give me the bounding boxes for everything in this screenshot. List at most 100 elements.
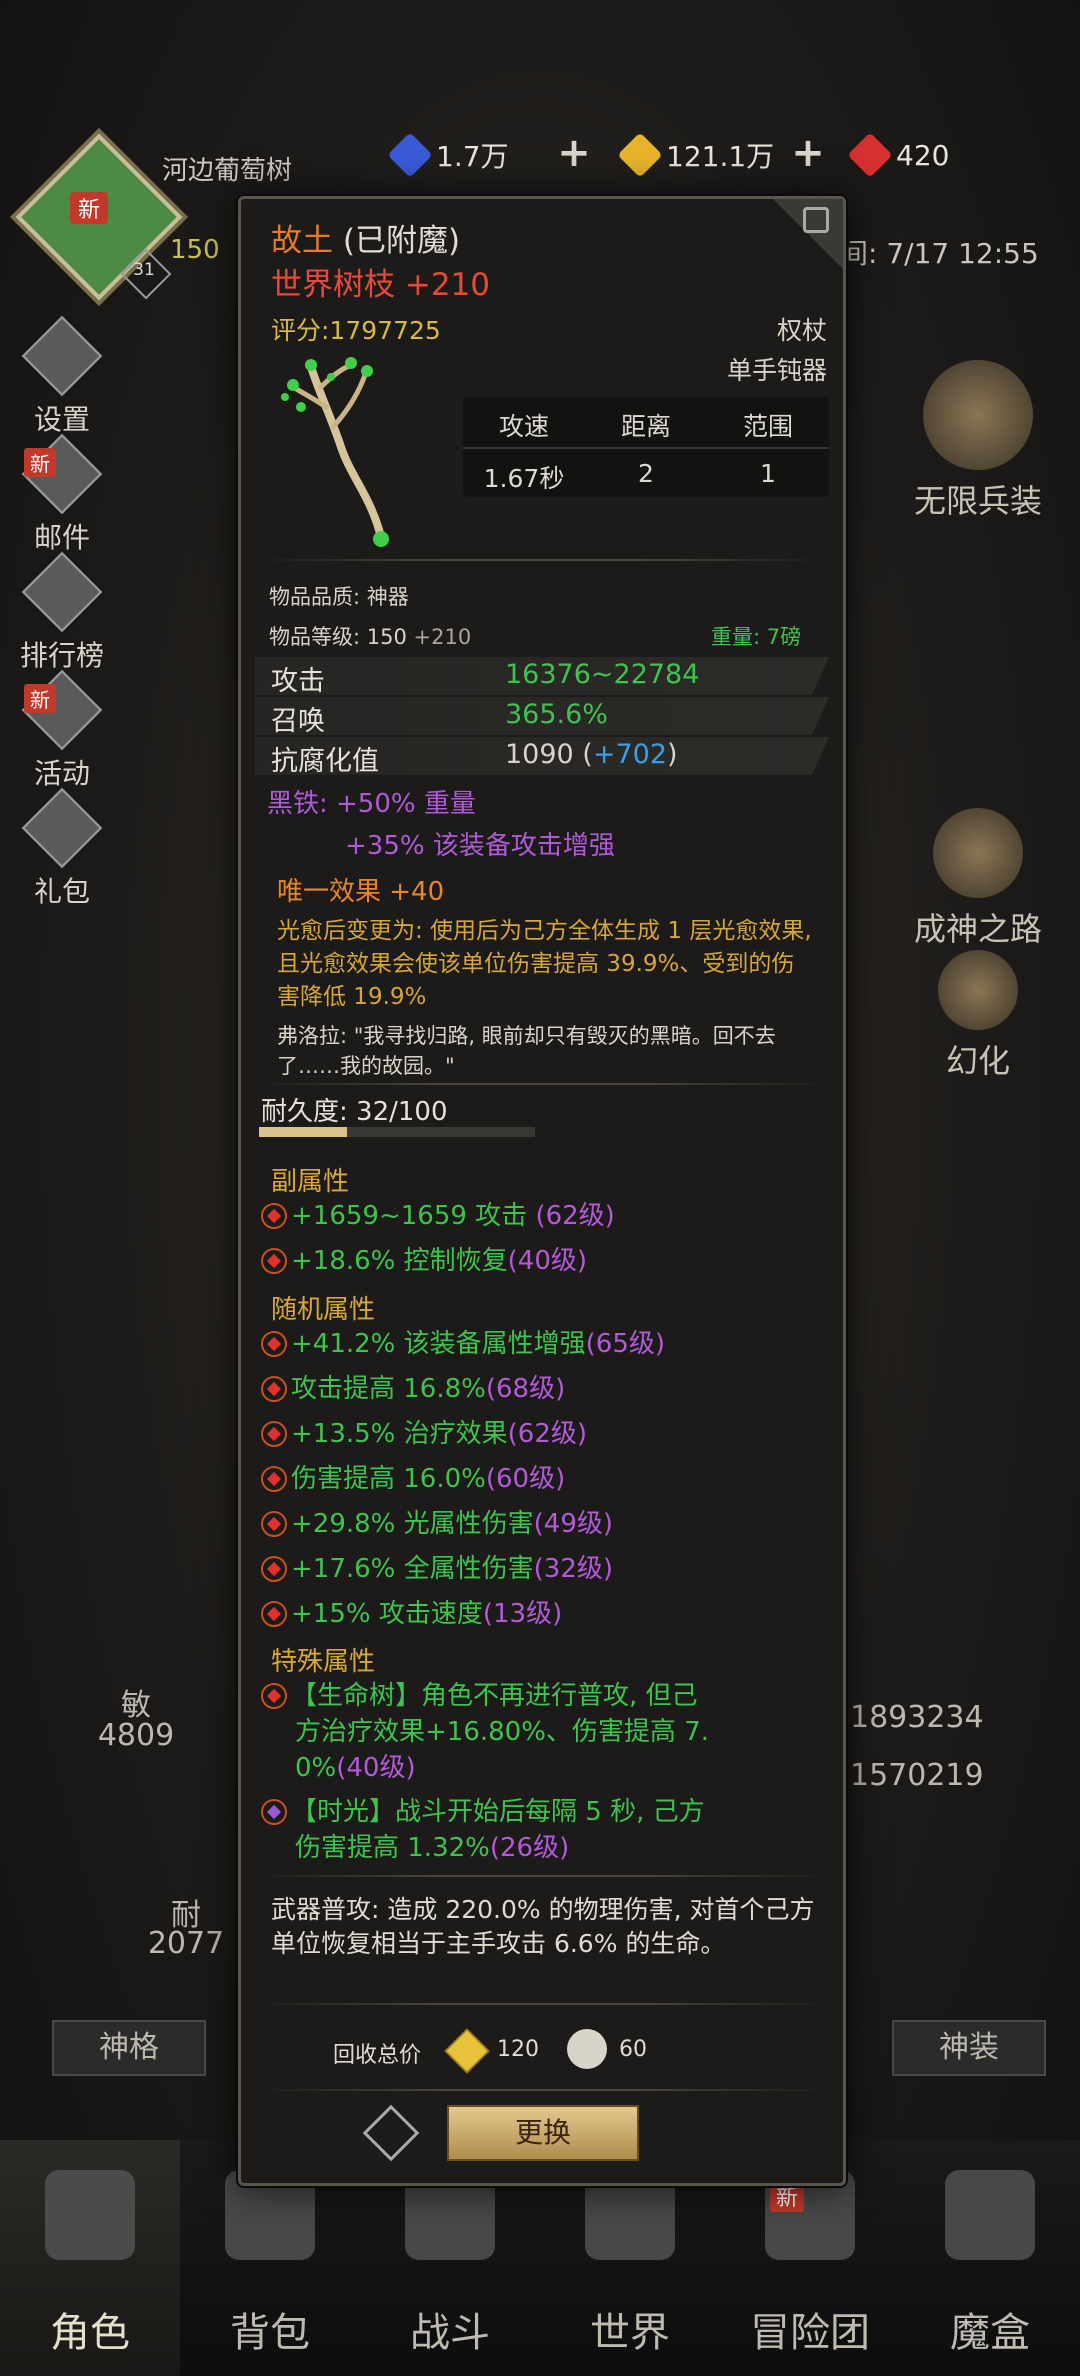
cube-icon: [945, 2170, 1035, 2260]
resource-gold: 121.1万: [617, 132, 774, 178]
rand-attr-1: +41.2% 该装备属性增强(65级): [261, 1323, 665, 1360]
special-attr-title: 特殊属性: [271, 1647, 376, 1677]
ranking-icon: [21, 551, 103, 633]
gem-socket-icon: [261, 1331, 287, 1357]
divider: [255, 2003, 827, 2005]
gear-icon: [21, 315, 103, 397]
gift-icon: [21, 787, 103, 869]
material-icon: [567, 2029, 607, 2069]
share-icon[interactable]: [362, 2104, 420, 2162]
recycle-other-value: 60: [619, 2037, 647, 2062]
nav-character[interactable]: 角色: [0, 2140, 180, 2376]
divider: [255, 1083, 827, 1085]
infinite-arms-icon: [923, 360, 1033, 470]
special-attr-1: 【生命树】角色不再进行普攻, 但己: [261, 1675, 698, 1712]
stat-row-attack: 攻击 16376~22784: [255, 657, 829, 695]
resource-bar: 1.7万 + 121.1万 + 420: [0, 120, 1080, 190]
item-type: 权杖: [776, 316, 827, 345]
nav-magic-box[interactable]: 魔盒: [900, 2140, 1080, 2376]
special-attr-2: 【时光】战斗开始后每隔 5 秒, 己方: [261, 1791, 705, 1828]
rand-attr-title: 随机属性: [271, 1295, 376, 1325]
rand-attr-4: 伤害提高 16.0%(60级): [261, 1458, 565, 1495]
special-attr-1-end: 0%(40级): [295, 1753, 416, 1783]
rand-attr-3: +13.5% 治疗效果(62级): [261, 1413, 587, 1450]
add-blue-button[interactable]: +: [556, 133, 592, 173]
blue-crystal-icon: [387, 132, 433, 178]
gem-socket-icon: [261, 1376, 287, 1402]
red-crystal-icon: [847, 132, 893, 178]
stat-value-vit: 2077: [147, 1926, 225, 1961]
mail-button[interactable]: 新 邮件: [2, 433, 122, 556]
divine-seal-button[interactable]: 神格: [52, 2020, 206, 2076]
gem-socket-icon: [261, 1466, 287, 1492]
item-weight: 重量: 7磅: [711, 625, 802, 649]
server-time: 间: 7/17 12:55: [840, 237, 1039, 270]
sub-attr-2: +18.6% 控制恢复(40级): [261, 1240, 587, 1277]
item-name: 世界树枝 +210: [271, 267, 490, 303]
gold-crystal-icon: [617, 132, 663, 178]
mask-icon: [938, 950, 1018, 1030]
divider: [255, 2089, 827, 2091]
events-button[interactable]: 新 活动: [2, 669, 122, 792]
rand-attr-2: 攻击提高 16.8%(68级): [261, 1368, 565, 1405]
enchant-title: 故土 (已附魔): [271, 223, 461, 259]
resource-blue: 1.7万: [387, 132, 509, 178]
weapon-staff-image: [281, 357, 389, 547]
gold-crystal-icon: [444, 2028, 490, 2074]
gem-socket-icon: [261, 1248, 287, 1274]
stat-right-2: 1570219: [850, 1758, 984, 1793]
item-quality: 物品品质: 神器: [269, 585, 409, 609]
stat-value-agi: 4809: [97, 1718, 175, 1753]
divider: [255, 559, 827, 561]
lock-icon[interactable]: [803, 207, 829, 233]
durability-text: 耐久度: 32/100: [261, 1097, 448, 1127]
ranking-button[interactable]: 排行榜: [2, 551, 122, 674]
level-badge-text: 31: [133, 260, 155, 280]
rand-attr-6: +17.6% 全属性伤害(32级): [261, 1548, 613, 1585]
sub-attr-title: 副属性: [271, 1167, 350, 1197]
divine-gear-button[interactable]: 神装: [892, 2020, 1046, 2076]
special-attr-2-cont: 伤害提高 1.32%(26级): [295, 1833, 570, 1863]
resource-red: 420: [847, 132, 949, 178]
gift-button[interactable]: 礼包: [2, 787, 122, 910]
level-fragment: 150: [170, 235, 220, 265]
transmog-button[interactable]: 幻化: [888, 950, 1068, 1082]
item-score: 评分:1797725: [271, 316, 441, 345]
unique-effect-desc: 光愈后变更为: 使用后为己方全体生成 1 层光愈效果, 且光愈效果会使该单位伤害…: [277, 918, 812, 1010]
item-subtype: 单手钝器: [726, 356, 827, 385]
gem-socket-icon: [261, 1511, 287, 1537]
recycle-label: 回收总价: [333, 2043, 422, 2068]
stat-row-summon: 召唤 365.6%: [255, 697, 829, 735]
unique-effect-title: 唯一效果 +40: [277, 877, 445, 907]
durability-fill: [259, 1127, 348, 1137]
helmet-icon: [45, 2170, 135, 2260]
special-attr-1-cont: 方治疗效果+16.80%、伤害提高 7.: [295, 1717, 709, 1747]
gem-socket-purple-icon: [261, 1799, 287, 1825]
swap-button[interactable]: 更换: [447, 2105, 639, 2161]
durability-bar: [259, 1127, 535, 1137]
item-level: 物品等级: 150 +210: [269, 625, 472, 649]
rand-attr-5: +29.8% 光属性伤害(49级): [261, 1503, 613, 1540]
infinite-arms-button[interactable]: 无限兵装: [888, 360, 1068, 522]
sub-attr-1: +1659~1659 攻击 (62级): [261, 1195, 615, 1232]
gem-socket-icon: [261, 1556, 287, 1582]
new-tag: 新: [70, 192, 109, 224]
gem-socket-icon: [261, 1683, 287, 1709]
gem-socket-icon: [261, 1421, 287, 1447]
black-iron-line1: 黑铁: +50% 重量: [267, 789, 476, 819]
stat-row-anti-corruption: 抗腐化值 1090 (+702): [255, 737, 829, 775]
black-iron-line2: +35% 该装备攻击增强: [345, 831, 615, 861]
divider: [255, 1875, 827, 1877]
recycle-gold-value: 120: [497, 2037, 539, 2062]
settings-button[interactable]: 设置: [2, 315, 122, 438]
add-gold-button[interactable]: +: [790, 133, 826, 173]
path-to-godhood-button[interactable]: 成神之路: [888, 808, 1068, 950]
weapon-normal-attack: 武器普攻: 造成 220.0% 的物理伤害, 对首个己方单位恢复相当于主手攻击 …: [271, 1895, 815, 1958]
item-tooltip: 故土 (已附魔) 世界树枝 +210 评分:1797725 权杖 单手钝器 攻速…: [238, 196, 846, 2186]
gem-socket-icon: [261, 1601, 287, 1627]
weapon-stats-table: 攻速 距离 范围 1.67秒 2 1: [463, 397, 829, 497]
rand-attr-7: +15% 攻击速度(13级): [261, 1593, 562, 1630]
gem-socket-icon: [261, 1203, 287, 1229]
wings-icon: [933, 808, 1023, 898]
item-lore: 弗洛拉: "我寻找归路, 眼前却只有毁灭的黑暗。回不去了……我的故园。": [277, 1024, 776, 1078]
